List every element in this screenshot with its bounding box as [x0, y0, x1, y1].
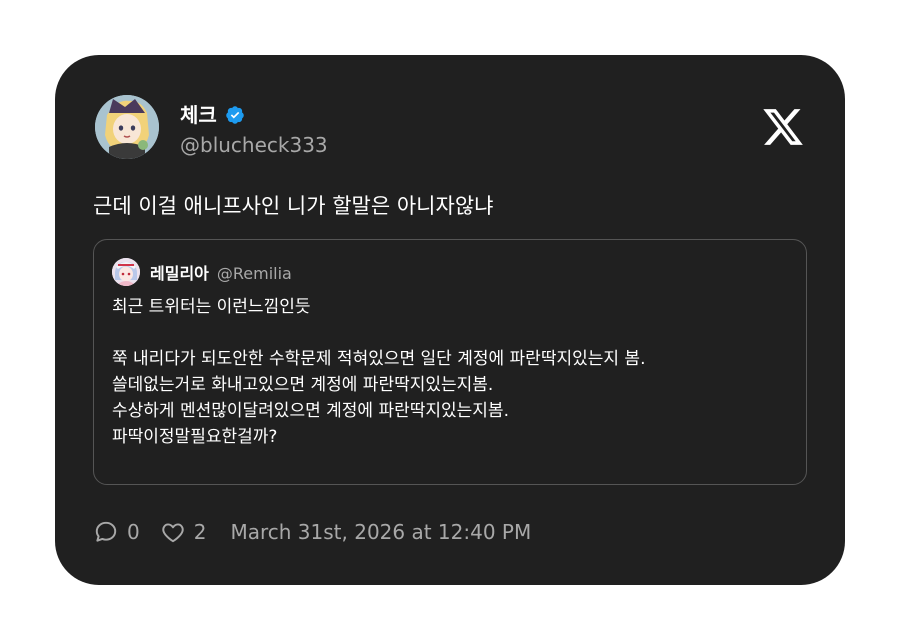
like-count: 2 — [193, 520, 207, 544]
avatar[interactable] — [95, 95, 159, 159]
tweet-text: 근데 이걸 애니프사인 니가 할말은 아니자않냐 — [93, 194, 494, 218]
quoted-avatar[interactable] — [112, 258, 140, 286]
heart-icon[interactable] — [160, 519, 186, 545]
author-name-row: 체크 — [180, 103, 245, 127]
author-display-name[interactable]: 체크 — [180, 103, 217, 127]
quoted-tweet[interactable]: 레밀리아 @Remilia 최근 트위터는 이런느낌인듯 쭉 내리다가 되도안한… — [93, 239, 807, 485]
quoted-handle[interactable]: @Remilia — [217, 264, 292, 283]
verified-badge-icon — [225, 105, 245, 125]
reply-count: 0 — [127, 520, 140, 544]
quoted-tweet-text: 최근 트위터는 이런느낌인듯 쭉 내리다가 되도안한 수학문제 적혀있으면 일단… — [112, 297, 646, 447]
quoted-display-name[interactable]: 레밀리아 — [150, 260, 209, 284]
tweet-timestamp[interactable]: March 31st, 2026 at 12:40 PM — [230, 520, 531, 544]
tweet-footer: 0 2 March 31st, 2026 at 12:40 PM — [93, 517, 531, 547]
tweet-card: 체크 @blucheck333 근데 이걸 애니프사인 니가 할말은 아니자않냐 — [55, 55, 845, 585]
x-logo-icon[interactable] — [761, 105, 805, 149]
author-handle[interactable]: @blucheck333 — [180, 133, 328, 157]
quoted-author-row: 레밀리아 @Remilia — [150, 260, 292, 284]
comment-icon[interactable] — [93, 519, 119, 545]
